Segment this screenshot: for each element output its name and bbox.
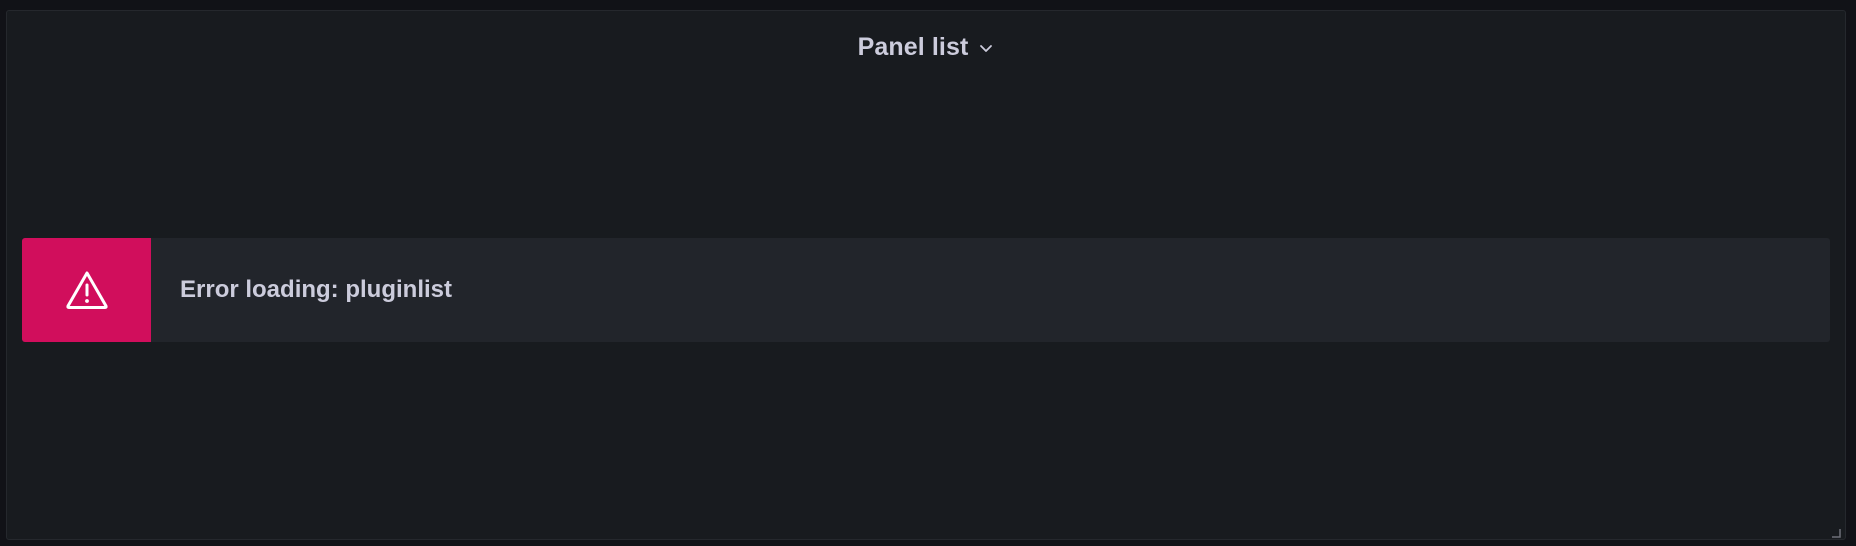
panel-header: Panel list	[7, 27, 1845, 67]
panel: Panel list Error loading: pluginlist	[6, 10, 1846, 540]
exclamation-triangle-icon	[65, 271, 108, 309]
resize-handle-icon[interactable]	[1831, 525, 1841, 538]
error-alert: Error loading: pluginlist	[22, 238, 1830, 342]
alert-icon-box	[22, 238, 151, 342]
panel-title[interactable]: Panel list	[858, 33, 969, 62]
error-message: Error loading: pluginlist	[180, 276, 452, 303]
panel-title-menu[interactable]: Panel list	[858, 33, 995, 62]
chevron-down-icon[interactable]	[978, 43, 994, 55]
